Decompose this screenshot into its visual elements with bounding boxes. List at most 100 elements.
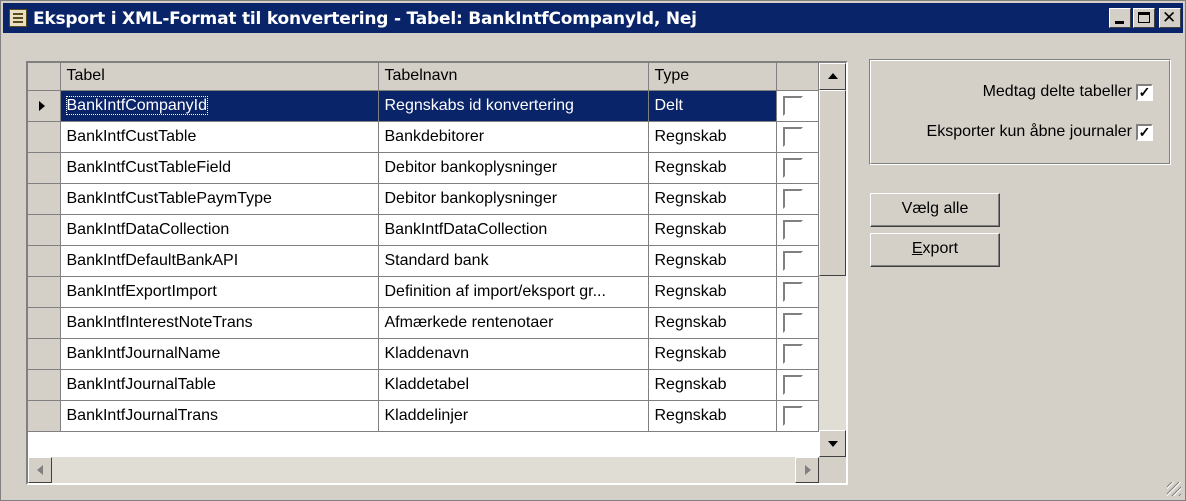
cell-tabel[interactable]: BankIntfJournalTable: [60, 369, 379, 401]
row-mark-checkbox[interactable]: [782, 281, 803, 302]
table-row[interactable]: BankIntfInterestNoteTrans Afmærkede rente…: [28, 307, 819, 339]
cell-tabelnavn[interactable]: BankIntfDataCollection: [378, 214, 649, 246]
cell-type[interactable]: Regnskab: [648, 276, 777, 308]
cell-mark[interactable]: [776, 152, 819, 184]
row-selector[interactable]: [28, 90, 61, 122]
cell-type[interactable]: Regnskab: [648, 307, 777, 339]
cell-tabelnavn[interactable]: Standard bank: [378, 245, 649, 277]
cell-mark[interactable]: [776, 369, 819, 401]
cell-tabel[interactable]: BankIntfDefaultBankAPI: [60, 245, 379, 277]
row-selector[interactable]: [28, 307, 61, 339]
row-selector[interactable]: [28, 400, 61, 432]
table-row[interactable]: BankIntfJournalName Kladdenavn Regnskab: [28, 338, 819, 370]
horizontal-scrollbar[interactable]: [28, 457, 846, 483]
cell-tabelnavn[interactable]: Debitor bankoplysninger: [378, 183, 649, 215]
table-row[interactable]: BankIntfCustTablePaymType Debitor bankopl…: [28, 183, 819, 215]
table-row[interactable]: BankIntfDataCollection BankIntfDataCollec…: [28, 214, 819, 246]
row-selector[interactable]: [28, 276, 61, 308]
scroll-up-button[interactable]: [819, 63, 846, 90]
row-mark-checkbox[interactable]: [782, 405, 803, 426]
cell-tabelnavn[interactable]: Kladdenavn: [378, 338, 649, 370]
table-row[interactable]: BankIntfCustTable Bankdebitorer Regnskab: [28, 121, 819, 153]
cell-tabelnavn[interactable]: Bankdebitorer: [378, 121, 649, 153]
export-open-only-option[interactable]: Eksporter kun åbne journaler ✓: [927, 123, 1153, 141]
cell-tabel[interactable]: BankIntfCompanyId: [60, 90, 379, 122]
close-button[interactable]: ✕: [1159, 8, 1181, 28]
cell-type[interactable]: Delt: [648, 90, 777, 122]
row-selector[interactable]: [28, 369, 61, 401]
row-selector[interactable]: [28, 152, 61, 184]
cell-tabelnavn[interactable]: Afmærkede rentenotaer: [378, 307, 649, 339]
include-shared-checkbox[interactable]: ✓: [1136, 83, 1153, 101]
cell-tabelnavn[interactable]: Debitor bankoplysninger: [378, 152, 649, 184]
cell-type[interactable]: Regnskab: [648, 245, 777, 277]
table-row[interactable]: BankIntfDefaultBankAPI Standard bank Regns…: [28, 245, 819, 277]
cell-mark[interactable]: [776, 338, 819, 370]
table-row[interactable]: BankIntfJournalTable Kladdetabel Regnskab: [28, 369, 819, 401]
row-mark-checkbox[interactable]: [782, 219, 803, 240]
row-selector[interactable]: [28, 121, 61, 153]
row-mark-checkbox[interactable]: [782, 374, 803, 395]
row-selector[interactable]: [28, 245, 61, 277]
cell-mark[interactable]: [776, 183, 819, 215]
cell-tabel[interactable]: BankIntfExportImport: [60, 276, 379, 308]
select-all-button[interactable]: Vælg alle: [870, 193, 1000, 227]
column-header-mark[interactable]: [776, 63, 819, 91]
column-header-tabelnavn[interactable]: Tabelnavn: [378, 63, 649, 91]
maximize-button[interactable]: [1133, 8, 1155, 28]
cell-mark[interactable]: [776, 90, 819, 122]
cell-tabel[interactable]: BankIntfDataCollection: [60, 214, 379, 246]
cell-type[interactable]: Regnskab: [648, 400, 777, 432]
cell-tabelnavn[interactable]: Kladdelinjer: [378, 400, 649, 432]
column-header-tabel[interactable]: Tabel: [60, 63, 379, 91]
scroll-left-button[interactable]: [28, 457, 52, 483]
cell-tabel[interactable]: BankIntfCustTable: [60, 121, 379, 153]
row-mark-checkbox[interactable]: [782, 188, 803, 209]
cell-tabel[interactable]: BankIntfCustTableField: [60, 152, 379, 184]
table-row[interactable]: BankIntfCustTableField Debitor bankoplysn…: [28, 152, 819, 184]
cell-mark[interactable]: [776, 400, 819, 432]
scroll-thumb[interactable]: [819, 90, 846, 276]
cell-tabel[interactable]: BankIntfJournalName: [60, 338, 379, 370]
cell-tabelnavn[interactable]: Definition af import/eksport gr...: [378, 276, 649, 308]
row-mark-checkbox[interactable]: [782, 312, 803, 333]
scroll-right-button[interactable]: [795, 457, 819, 483]
table-row[interactable]: BankIntfCompanyId Regnskabs id konverteri…: [28, 90, 819, 122]
row-mark-checkbox[interactable]: [782, 126, 803, 147]
cell-type[interactable]: Regnskab: [648, 183, 777, 215]
table-row[interactable]: BankIntfExportImport Definition af import…: [28, 276, 819, 308]
cell-type[interactable]: Regnskab: [648, 338, 777, 370]
cell-mark[interactable]: [776, 276, 819, 308]
include-shared-option[interactable]: Medtag delte tabeller ✓: [983, 83, 1153, 101]
cell-type[interactable]: Regnskab: [648, 369, 777, 401]
row-selector[interactable]: [28, 183, 61, 215]
minimize-button[interactable]: [1109, 8, 1131, 28]
column-header-type[interactable]: Type: [648, 63, 777, 91]
cell-type[interactable]: Regnskab: [648, 152, 777, 184]
cell-tabelnavn[interactable]: Kladdetabel: [378, 369, 649, 401]
scroll-down-button[interactable]: [819, 430, 846, 457]
row-selector[interactable]: [28, 338, 61, 370]
row-mark-checkbox[interactable]: [782, 95, 803, 116]
vertical-scrollbar[interactable]: [819, 63, 846, 457]
cell-mark[interactable]: [776, 121, 819, 153]
export-open-only-checkbox[interactable]: ✓: [1136, 123, 1153, 141]
cell-type[interactable]: Regnskab: [648, 214, 777, 246]
row-mark-checkbox[interactable]: [782, 157, 803, 178]
cell-type[interactable]: Regnskab: [648, 121, 777, 153]
row-mark-checkbox[interactable]: [782, 343, 803, 364]
cell-mark[interactable]: [776, 245, 819, 277]
row-selector[interactable]: [28, 214, 61, 246]
title-bar[interactable]: Eksport i XML-Format til konvertering - …: [3, 3, 1183, 33]
cell-tabelnavn[interactable]: Regnskabs id konvertering: [378, 90, 649, 122]
cell-mark[interactable]: [776, 214, 819, 246]
resize-grip[interactable]: [1167, 482, 1181, 496]
cell-tabel[interactable]: BankIntfCustTablePaymType: [60, 183, 379, 215]
export-button[interactable]: Export: [870, 233, 1000, 267]
cell-tabel[interactable]: BankIntfJournalTrans: [60, 400, 379, 432]
cell-tabel[interactable]: BankIntfInterestNoteTrans: [60, 307, 379, 339]
cell-mark[interactable]: [776, 307, 819, 339]
table-row[interactable]: BankIntfJournalTrans Kladdelinjer Regnskab: [28, 400, 819, 432]
table-grid[interactable]: Tabel Tabelnavn Type BankIntfCompanyId Re…: [26, 61, 848, 485]
row-mark-checkbox[interactable]: [782, 250, 803, 271]
